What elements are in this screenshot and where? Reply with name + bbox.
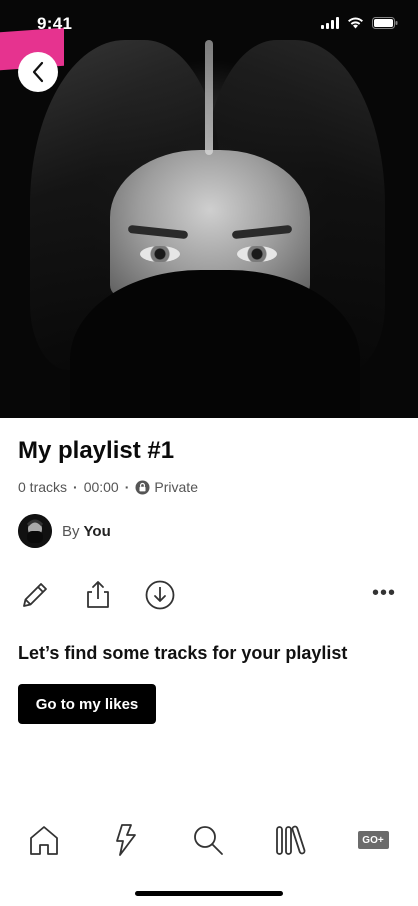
lock-icon xyxy=(135,480,150,495)
search-icon xyxy=(194,826,223,855)
artwork-mask xyxy=(70,270,360,418)
signal-icon xyxy=(321,17,339,29)
bottom-tab-bar: GO+ xyxy=(0,822,418,862)
owner-name: You xyxy=(83,522,111,540)
share-icon xyxy=(87,581,109,608)
lightning-icon xyxy=(116,824,136,856)
artwork-eye-left xyxy=(140,246,180,262)
tab-go-plus[interactable]: GO+ xyxy=(355,822,391,858)
artwork-hair-part xyxy=(205,40,213,155)
privacy-status: Private xyxy=(154,479,198,495)
status-icons xyxy=(321,17,398,29)
tab-library[interactable] xyxy=(273,822,309,858)
share-button[interactable] xyxy=(81,578,115,612)
chevron-left-icon xyxy=(32,61,44,83)
library-icon xyxy=(276,825,306,855)
status-time: 9:41 xyxy=(37,14,73,33)
playlist-meta: 0 tracks · 00:00 · Private xyxy=(18,479,198,495)
home-icon xyxy=(30,826,58,855)
home-indicator xyxy=(135,891,283,896)
tab-search[interactable] xyxy=(190,822,226,858)
avatar xyxy=(18,514,52,548)
go-plus-badge: GO+ xyxy=(357,831,389,849)
more-options-button[interactable]: ••• xyxy=(372,583,396,603)
meta-separator: · xyxy=(124,479,130,495)
tab-stream[interactable] xyxy=(108,822,144,858)
tab-home[interactable] xyxy=(26,822,62,858)
empty-state-message: Let’s find some tracks for your playlist xyxy=(18,643,348,663)
owner-prefix: By xyxy=(62,522,80,540)
back-button[interactable] xyxy=(18,52,58,92)
owner-label: By You xyxy=(62,523,111,540)
pencil-icon xyxy=(23,583,47,607)
playlist-duration: 00:00 xyxy=(83,479,119,495)
playlist-actions: ••• xyxy=(18,578,400,614)
playlist-title: My playlist #1 xyxy=(18,437,175,464)
wifi-icon xyxy=(348,17,363,29)
edit-button[interactable] xyxy=(18,578,52,612)
artwork-eye-right xyxy=(237,246,277,262)
track-count: 0 tracks xyxy=(18,479,68,495)
meta-separator: · xyxy=(73,479,78,495)
playlist-artwork xyxy=(0,0,418,418)
status-bar: 9:41 xyxy=(0,0,418,50)
go-to-likes-button[interactable]: Go to my likes xyxy=(18,684,156,724)
playlist-owner[interactable]: By You xyxy=(18,514,111,548)
download-button[interactable] xyxy=(143,578,177,612)
download-icon xyxy=(145,580,175,610)
battery-icon xyxy=(372,17,398,29)
